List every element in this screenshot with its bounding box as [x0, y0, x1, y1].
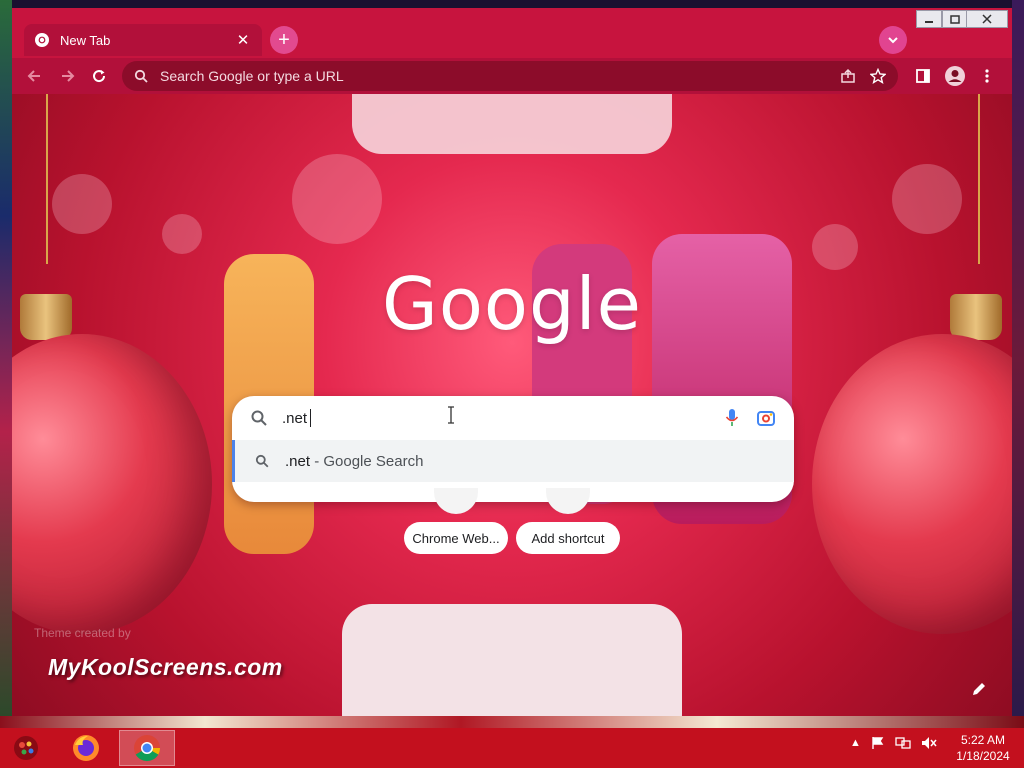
start-button[interactable] [8, 732, 44, 764]
text-cursor-icon [448, 406, 454, 424]
side-panel-icon [916, 69, 930, 83]
bokeh-light [162, 214, 202, 254]
customize-button[interactable] [968, 678, 990, 700]
suggestion-text: .net - Google Search [285, 453, 423, 470]
taskbar-firefox[interactable] [58, 730, 114, 766]
ornament-string [978, 94, 980, 264]
shortcut-add[interactable]: Add shortcut [516, 522, 620, 554]
chevron-down-icon [888, 37, 898, 44]
minimize-icon [925, 21, 933, 23]
bookmark-star-icon[interactable] [870, 68, 886, 84]
theme-credit: Theme created by [34, 626, 131, 640]
address-bar-placeholder: Search Google or type a URL [160, 68, 344, 84]
ornament-left [12, 334, 212, 634]
show-hidden-icons-icon[interactable]: ▲ [850, 737, 861, 749]
taskbar-chrome[interactable] [119, 730, 175, 766]
forward-button[interactable] [54, 63, 80, 89]
profile-button[interactable] [942, 63, 968, 89]
bokeh-light [52, 174, 112, 234]
theme-brand-link[interactable]: MyKoolScreens.com [48, 654, 283, 681]
search-icon [134, 69, 148, 83]
share-icon[interactable] [840, 68, 856, 84]
maximize-button[interactable] [942, 10, 968, 28]
clock-date: 1/18/2024 [956, 749, 1010, 763]
search-input[interactable]: .net [282, 409, 724, 427]
ornament-right [812, 334, 1012, 634]
system-tray: ▲ [850, 736, 937, 750]
pencil-icon [973, 683, 985, 695]
happy-lettering [352, 94, 672, 154]
restore-icon [950, 15, 960, 24]
add-shortcut-icon[interactable] [546, 488, 590, 514]
shortcut-chrome-web-store[interactable]: Chrome Web... [404, 522, 508, 554]
search-box[interactable]: .net .net - Google Search [232, 396, 794, 502]
text-caret [310, 409, 312, 427]
search-icon [255, 454, 269, 468]
search-icon [251, 410, 267, 426]
taskbar: ▲ 5:22 AM 1/18/2024 [0, 728, 1024, 768]
arrow-left-icon [27, 70, 40, 82]
clock-time: 5:22 AM [960, 733, 1006, 747]
action-center-flag-icon[interactable] [871, 736, 885, 750]
chrome-web-store-shortcut-icon[interactable] [434, 488, 478, 514]
year-lettering [342, 604, 682, 716]
chrome-icon [134, 735, 161, 762]
desktop-wallpaper-right [1012, 0, 1024, 720]
close-window-button[interactable] [966, 10, 1008, 28]
new-tab-button[interactable]: + [270, 26, 298, 54]
toolbar: Search Google or type a URL [12, 58, 1012, 94]
autocomplete-suggestion[interactable]: .net - Google Search [232, 440, 794, 482]
google-logo: Google [382, 262, 642, 346]
back-button[interactable] [22, 63, 48, 89]
address-bar[interactable]: Search Google or type a URL [122, 61, 898, 91]
tab-close-icon[interactable]: ✕ [234, 31, 252, 49]
side-panel-button[interactable] [910, 63, 936, 89]
network-icon[interactable] [895, 736, 911, 750]
reload-button[interactable] [86, 63, 112, 89]
avatar-icon [945, 66, 965, 86]
taskbar-clock[interactable]: 5:22 AM 1/18/2024 [948, 732, 1018, 764]
search-input-row[interactable]: .net [232, 396, 794, 440]
arrow-right-icon [62, 70, 75, 82]
close-icon [982, 14, 992, 24]
suggestion-query: .net [285, 452, 311, 470]
minimize-button[interactable] [916, 10, 942, 28]
start-orb-icon [14, 736, 38, 760]
more-vert-icon [985, 69, 989, 83]
reload-icon [93, 70, 106, 83]
new-tab-page: Google .net .net - Google Search Chrome … [12, 94, 1012, 716]
desktop-wallpaper-left [0, 0, 12, 720]
browser-window: New Tab ✕ + Search Google or type a URL … [12, 8, 1012, 716]
tab-new-tab[interactable]: New Tab ✕ [24, 24, 262, 56]
menu-button[interactable] [974, 63, 1000, 89]
bokeh-light [892, 164, 962, 234]
microphone-icon[interactable] [724, 408, 740, 428]
tab-search-button[interactable] [879, 26, 907, 54]
title-bar: New Tab ✕ + [12, 8, 1012, 64]
google-lens-icon[interactable] [756, 408, 776, 428]
suggestion-suffix: - Google Search [310, 452, 424, 470]
volume-muted-icon[interactable] [921, 736, 937, 750]
plus-icon: + [278, 28, 290, 51]
tab-title: New Tab [60, 32, 111, 48]
bokeh-light [292, 154, 382, 244]
chrome-icon [34, 32, 50, 48]
firefox-icon [73, 735, 99, 761]
search-query-text: .net [282, 409, 308, 427]
ornament-string [46, 94, 48, 264]
